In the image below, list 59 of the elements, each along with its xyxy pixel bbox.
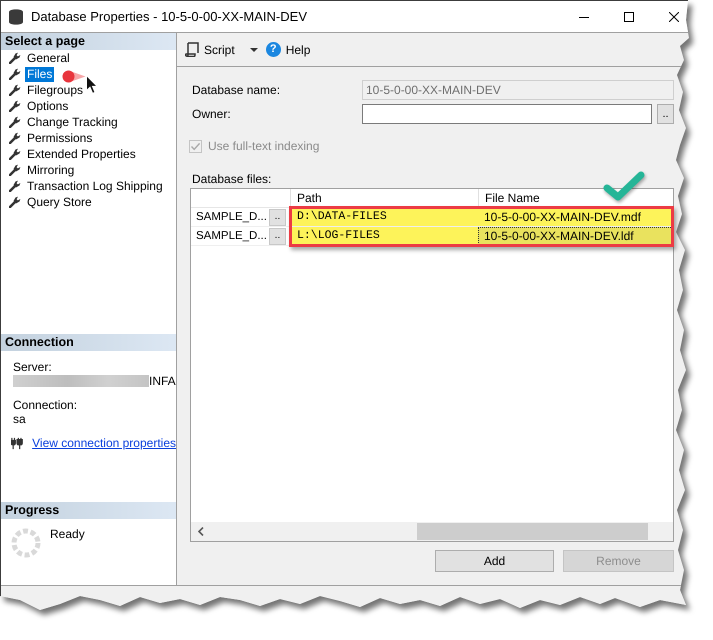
browse-button[interactable]: .. (268, 208, 286, 226)
wrench-icon (9, 100, 21, 112)
caret-icon (250, 48, 258, 52)
checkbox-label: Use full-text indexing (208, 139, 320, 153)
table-cell[interactable]: L:\LOG-FILES (290, 227, 478, 245)
wrench-icon (9, 196, 21, 208)
page-item[interactable]: Permissions (25, 130, 94, 146)
wrench-icon (9, 52, 21, 64)
table-cell-text: SAMPLE_D... (196, 229, 267, 244)
database-files-label: Database files: (192, 172, 272, 188)
wrench-icon (9, 68, 21, 80)
table-cell[interactable]: 10-5-0-00-XX-MAIN-DEV.ldf (478, 227, 673, 245)
wrench-icon (9, 132, 21, 144)
owner-label: Owner: (192, 107, 232, 121)
close-icon (669, 12, 679, 22)
table-cell-text: SAMPLE_D... (196, 210, 267, 225)
scrollbar-thumb[interactable] (417, 523, 648, 540)
wrench-icon (9, 116, 21, 128)
owner-field[interactable] (362, 104, 652, 124)
spinner-icon (11, 528, 41, 558)
wrench-icon (9, 84, 21, 96)
page-item[interactable]: Mirroring (25, 162, 76, 178)
column-header[interactable]: Path (290, 189, 478, 207)
maximize-icon (624, 12, 634, 22)
browse-button[interactable]: .. (657, 104, 674, 124)
section-header: Select a page (1, 33, 176, 50)
script-button[interactable]: Script (184, 41, 259, 58)
wrench-icon (9, 180, 21, 192)
page-item[interactable]: Files (25, 66, 54, 82)
help-button[interactable]: ? Help (264, 41, 312, 58)
window-title: Database Properties - 10-5-0-00-XX-MAIN-DEV (31, 9, 307, 24)
script-icon (185, 42, 199, 57)
table-cell[interactable]: 10-5-0-00-XX-MAIN-DEV.mdf (478, 208, 673, 226)
page-item[interactable]: Filegroups (25, 82, 86, 98)
server-value: INFA (149, 374, 176, 388)
progress-status: Ready (50, 527, 85, 541)
page-item[interactable]: Options (25, 98, 70, 114)
connection-properties-link[interactable]: View connection properties (32, 436, 176, 450)
server-label: Server: (13, 360, 53, 374)
page-item[interactable]: Change Tracking (25, 114, 120, 130)
page-item[interactable]: Query Store (25, 194, 94, 210)
table-cell[interactable]: D:\DATA-FILES (290, 208, 478, 226)
page-item[interactable]: Transaction Log Shipping (25, 178, 165, 194)
browse-button[interactable]: .. (268, 228, 286, 244)
wrench-icon (9, 164, 21, 176)
connection-label: Connection: (13, 398, 78, 412)
plug-icon (11, 436, 24, 450)
scroll-left-icon[interactable] (198, 527, 204, 536)
connection-value: sa (13, 412, 27, 426)
dialog-button[interactable]: Add (435, 550, 554, 572)
column-header[interactable]: File Name (478, 189, 673, 207)
section-header: Connection (1, 334, 176, 351)
wrench-icon (9, 148, 21, 160)
page-item[interactable]: Extended Properties (25, 146, 138, 162)
database-icon (9, 8, 23, 24)
help-icon: ? (266, 42, 281, 57)
database-name-label: Database name: (192, 83, 282, 97)
section-header: Progress (1, 502, 176, 519)
page-item[interactable]: General (25, 50, 72, 66)
